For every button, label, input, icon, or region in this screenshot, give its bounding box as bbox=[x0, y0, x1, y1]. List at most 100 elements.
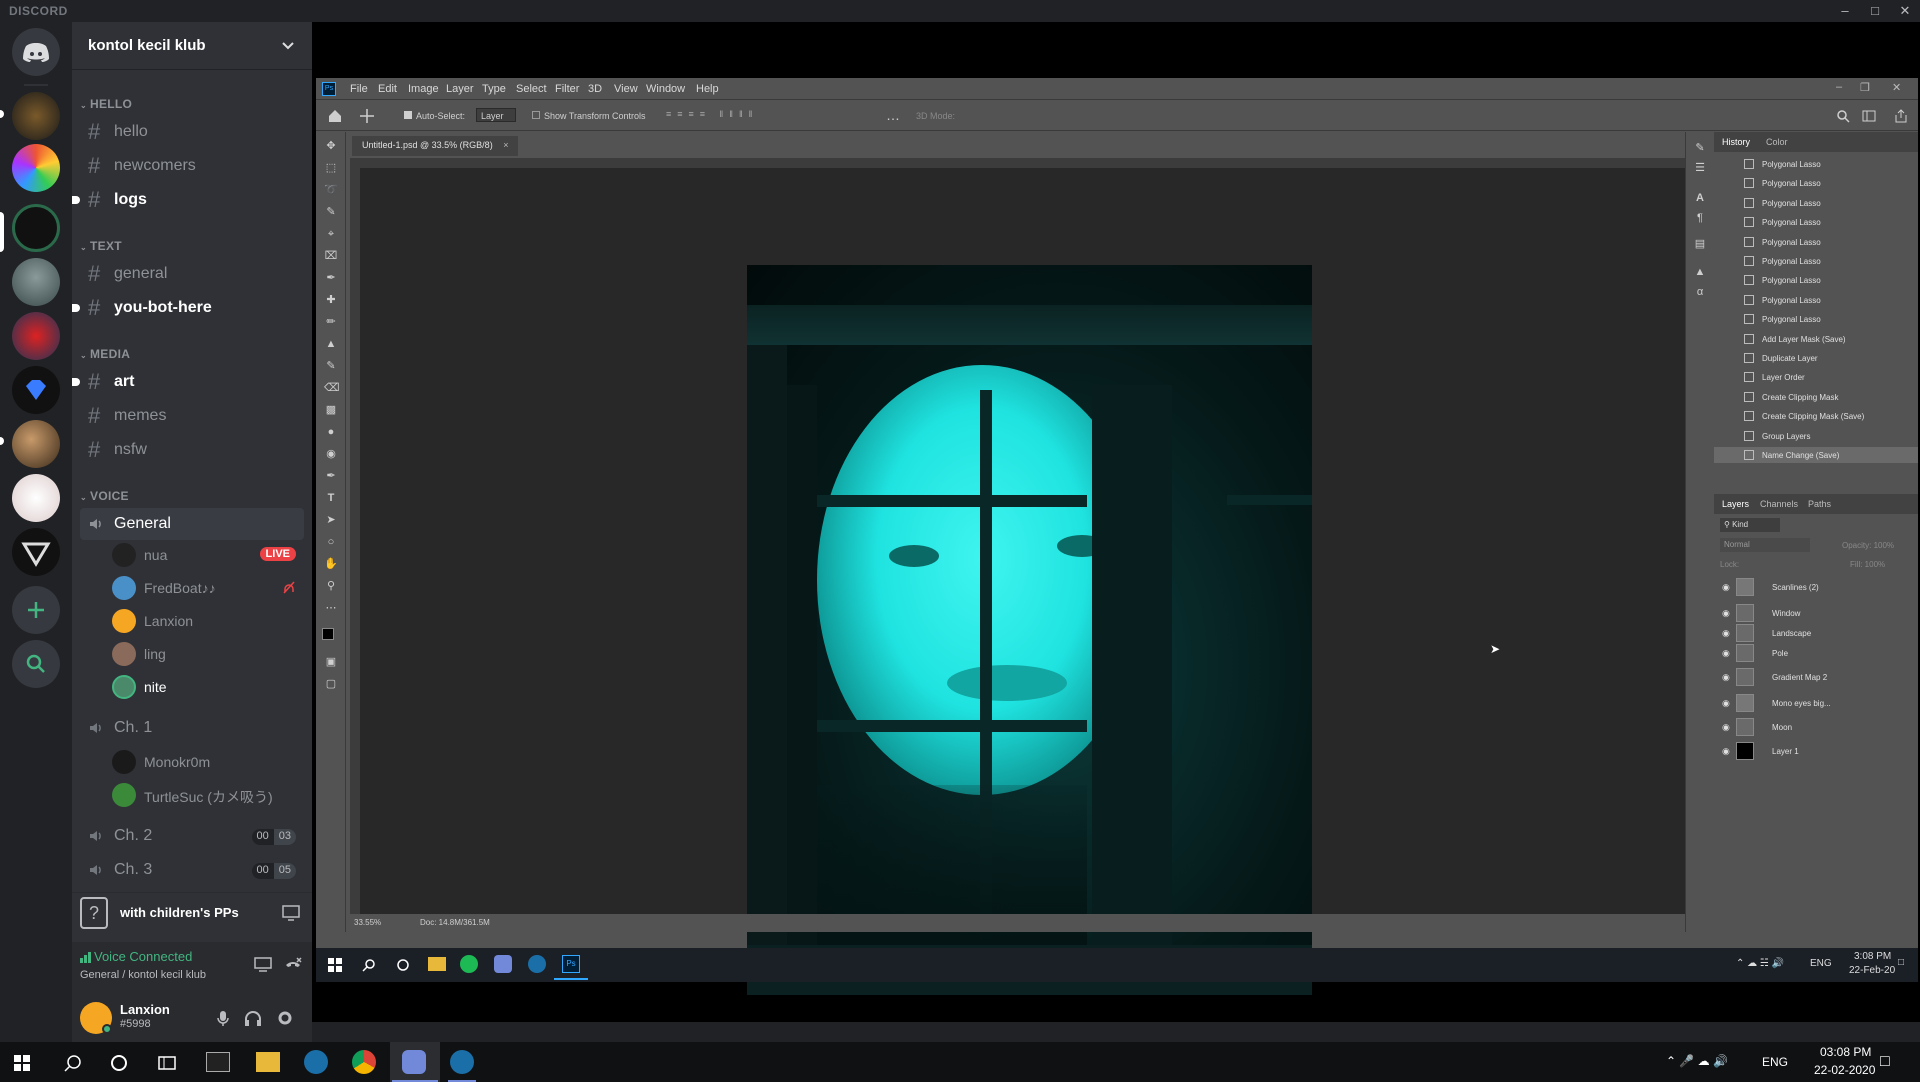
voice-channel-general[interactable]: General bbox=[80, 508, 304, 540]
steam-icon[interactable] bbox=[528, 955, 546, 973]
explore-servers-button[interactable] bbox=[12, 640, 60, 688]
server-icon-9[interactable] bbox=[12, 528, 60, 576]
menu-view[interactable]: View bbox=[614, 83, 638, 95]
gradient-tool-icon[interactable]: ▩ bbox=[324, 404, 338, 416]
visibility-eye-icon[interactable]: ◉ bbox=[1722, 672, 1730, 683]
menu-edit[interactable]: Edit bbox=[378, 83, 397, 95]
layer-select-dropdown[interactable]: Layer bbox=[476, 108, 516, 122]
more-options-icon[interactable]: … bbox=[886, 107, 900, 123]
voice-user-fredboat[interactable]: FredBoat♪♪ bbox=[112, 572, 304, 600]
tray-icons[interactable]: ⌃ 🎤 ☁ 🔊 bbox=[1666, 1054, 1728, 1068]
menu-select[interactable]: Select bbox=[516, 83, 547, 95]
discord-icon[interactable] bbox=[494, 955, 512, 973]
adjustments-icon[interactable]: ☰ bbox=[1693, 162, 1707, 174]
glyphs-icon[interactable]: α bbox=[1693, 286, 1707, 298]
voice-location[interactable]: General / kontol kecil klub bbox=[80, 969, 206, 981]
dodge-tool-icon[interactable]: ◉ bbox=[324, 448, 338, 460]
visibility-eye-icon[interactable]: ◉ bbox=[1722, 722, 1730, 733]
transform-checkbox[interactable] bbox=[532, 111, 540, 119]
add-server-button[interactable] bbox=[12, 586, 60, 634]
close-button[interactable]: ✕ bbox=[1890, 0, 1920, 22]
photoshop-taskbar-icon[interactable]: Ps bbox=[562, 955, 580, 973]
server-icon-club-diversity[interactable] bbox=[12, 144, 60, 192]
minimize-button[interactable]: – bbox=[1830, 0, 1860, 22]
category-media[interactable]: ⌄ MEDIA bbox=[80, 347, 130, 361]
hand-tool-icon[interactable]: ✋ bbox=[324, 558, 338, 570]
menu-3d[interactable]: 3D bbox=[588, 83, 602, 95]
history-item[interactable]: Name Change (Save) bbox=[1714, 447, 1918, 463]
voice-user-nite[interactable]: nite bbox=[112, 671, 304, 699]
align-buttons[interactable]: ≡≡≡≡ ‖‖‖‖ bbox=[666, 109, 758, 119]
menu-filter[interactable]: Filter bbox=[555, 83, 579, 95]
tab-channels[interactable]: Channels bbox=[1760, 499, 1798, 509]
zoom-level[interactable]: 33.55% bbox=[354, 918, 381, 927]
lasso-tool-icon[interactable]: ➰ bbox=[324, 184, 338, 196]
visibility-eye-icon[interactable]: ◉ bbox=[1722, 698, 1730, 709]
layer-row[interactable]: ◉ Mono eyes big... bbox=[1714, 692, 1918, 714]
clone-source-icon[interactable]: ▲ bbox=[1693, 266, 1707, 278]
menu-file[interactable]: File bbox=[350, 83, 368, 95]
voice-channel-ch3[interactable]: Ch. 3 00 05 bbox=[80, 854, 304, 886]
channel-nsfw[interactable]: # nsfw bbox=[80, 434, 304, 466]
more-tools-icon[interactable]: ⋯ bbox=[324, 602, 338, 614]
history-item[interactable]: Group Layers bbox=[1714, 428, 1918, 444]
menu-type[interactable]: Type bbox=[482, 83, 506, 95]
layer-row[interactable]: ◉ Layer 1 bbox=[1714, 740, 1918, 762]
channel-general[interactable]: # general bbox=[80, 258, 304, 290]
type-tool-icon[interactable]: T bbox=[324, 492, 338, 504]
visibility-eye-icon[interactable]: ◉ bbox=[1722, 648, 1730, 659]
brush-settings-icon[interactable]: ✎ bbox=[1693, 142, 1707, 154]
clock-date[interactable]: 22-02-2020 bbox=[1814, 1063, 1875, 1077]
auto-select-checkbox[interactable] bbox=[404, 111, 412, 119]
channel-hello[interactable]: # hello bbox=[80, 116, 304, 148]
history-item[interactable]: Layer Order bbox=[1714, 369, 1918, 385]
menu-help[interactable]: Help bbox=[696, 83, 719, 95]
layer-row[interactable]: ◉ Gradient Map 2 bbox=[1714, 666, 1918, 688]
history-item[interactable]: Polygonal Lasso bbox=[1714, 156, 1918, 172]
crop-tool-icon[interactable]: ⌖ bbox=[324, 228, 338, 240]
channel-you-bot-here[interactable]: # you-bot-here bbox=[72, 292, 304, 324]
history-item[interactable]: Polygonal Lasso bbox=[1714, 253, 1918, 269]
tab-layers[interactable]: Layers bbox=[1722, 499, 1749, 509]
steam-icon[interactable] bbox=[304, 1050, 328, 1074]
history-item[interactable]: Polygonal Lasso bbox=[1714, 272, 1918, 288]
server-icon-7[interactable] bbox=[12, 420, 60, 468]
layer-row[interactable]: ◉ Scanlines (2) bbox=[1714, 576, 1918, 598]
document-tab[interactable]: Untitled-1.psd @ 33.5% (RGB/8) × bbox=[352, 136, 519, 156]
pen-tool-icon[interactable]: ✒ bbox=[324, 470, 338, 482]
server-icon-5[interactable] bbox=[12, 312, 60, 360]
eraser-tool-icon[interactable]: ⌫ bbox=[324, 382, 340, 394]
server-icon-diamond[interactable] bbox=[12, 366, 60, 414]
maximize-button[interactable]: □ bbox=[1860, 0, 1890, 22]
steam-icon[interactable] bbox=[450, 1050, 474, 1074]
layer-row[interactable]: ◉ Landscape bbox=[1714, 622, 1918, 644]
quick-select-tool-icon[interactable]: ✎ bbox=[324, 206, 338, 218]
blur-tool-icon[interactable]: ● bbox=[324, 426, 338, 438]
ps-restore-button[interactable]: ❐ bbox=[1860, 81, 1870, 94]
canvas-area[interactable]: ➤ 33.55% Doc: 14.8M/361.5M bbox=[350, 158, 1696, 995]
fill-field[interactable]: Fill: 100% bbox=[1850, 560, 1885, 569]
voice-user-monokr0m[interactable]: Monokr0m bbox=[112, 746, 304, 774]
history-item[interactable]: Polygonal Lasso bbox=[1714, 234, 1918, 250]
frame-tool-icon[interactable]: ⌧ bbox=[324, 250, 338, 262]
server-icon-4[interactable] bbox=[12, 258, 60, 306]
layer-row[interactable]: ◉ Moon bbox=[1714, 716, 1918, 738]
canvas-artwork[interactable] bbox=[747, 265, 1312, 995]
ps-close-button[interactable]: ✕ bbox=[1892, 81, 1901, 94]
discord-icon[interactable] bbox=[402, 1050, 426, 1074]
history-item[interactable]: Create Clipping Mask bbox=[1714, 389, 1918, 405]
channel-newcomers[interactable]: # newcomers bbox=[80, 150, 304, 182]
layer-filter-dropdown[interactable]: ⚲ Kind bbox=[1720, 518, 1780, 532]
close-tab-icon[interactable]: × bbox=[503, 140, 508, 150]
notification-icon[interactable]: □ bbox=[1880, 1053, 1890, 1071]
file-explorer-icon[interactable] bbox=[256, 1052, 280, 1072]
voice-user-turtlesuc[interactable]: TurtleSuc (カメ吸う) bbox=[112, 779, 304, 807]
server-header[interactable]: kontol kecil klub bbox=[72, 22, 312, 70]
file-explorer-icon[interactable] bbox=[428, 957, 446, 971]
history-item[interactable]: Polygonal Lasso bbox=[1714, 292, 1918, 308]
history-item[interactable]: Duplicate Layer bbox=[1714, 350, 1918, 366]
ps-minimize-button[interactable]: – bbox=[1836, 81, 1842, 93]
shape-tool-icon[interactable]: ○ bbox=[324, 536, 338, 548]
channel-memes[interactable]: # memes bbox=[80, 400, 304, 432]
layer-row[interactable]: ◉ Window bbox=[1714, 602, 1918, 624]
